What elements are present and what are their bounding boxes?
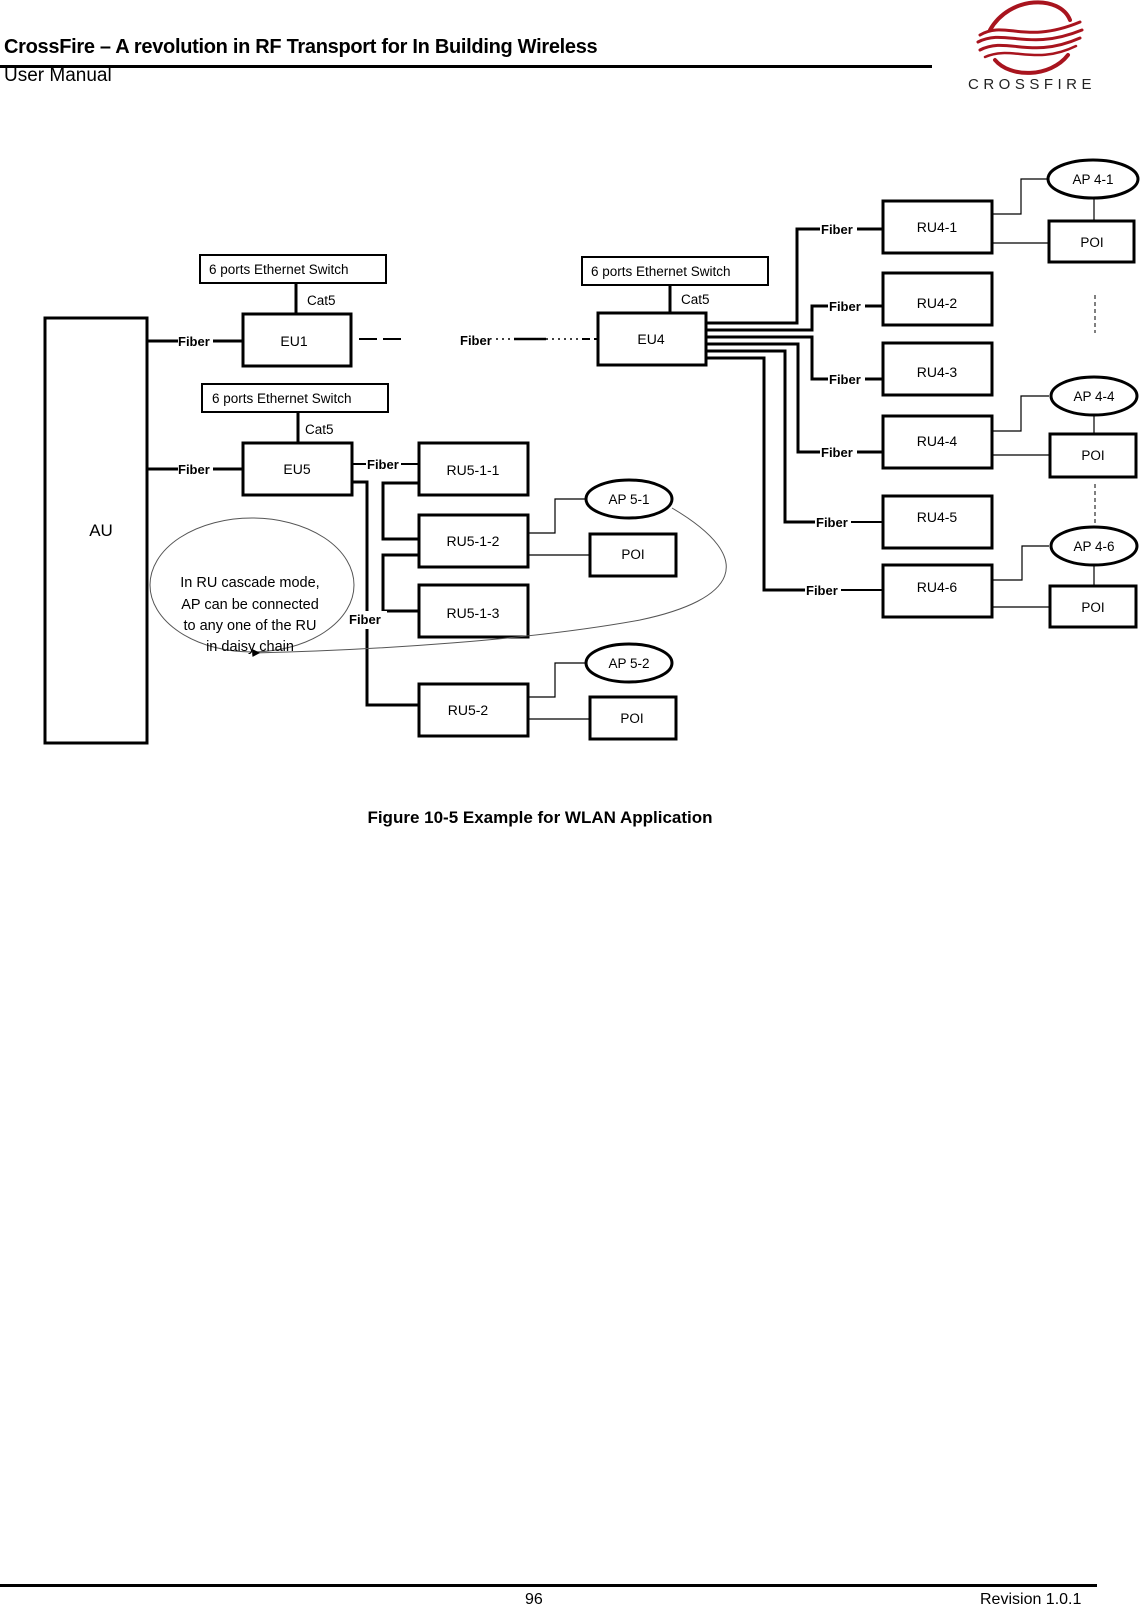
ru5-1-3: RU5-1-3	[417, 583, 530, 639]
fiber-label: Fiber	[821, 445, 853, 460]
eu5-unit: EU5	[241, 441, 354, 497]
poi-label: POI	[621, 547, 644, 562]
ap4-6-label: AP 4-6	[1073, 539, 1114, 554]
ap5-2-label: AP 5-2	[608, 656, 649, 671]
eu5-switch-label: 6 ports Ethernet Switch	[212, 391, 352, 406]
ap4-4-group: AP 4-4 POI	[992, 375, 1139, 479]
eu5-ru5-2-link	[352, 480, 419, 707]
cascade-link	[381, 481, 419, 541]
eu4-switch-label: 6 ports Ethernet Switch	[591, 264, 731, 279]
ap5-1-label: AP 5-1	[608, 492, 649, 507]
poi-label: POI	[1081, 448, 1104, 463]
document-title: CrossFire – A revolution in RF Transport…	[4, 36, 598, 58]
ap4-1-group: AP 4-1 POI	[992, 158, 1140, 264]
fiber-label: Fiber	[349, 612, 381, 627]
eu5-cat5-label: Cat5	[305, 422, 334, 437]
eu4-switch: 6 ports Ethernet Switch	[581, 256, 769, 286]
ru4-6-label: RU4-6	[917, 579, 958, 595]
au-unit: AU	[43, 316, 149, 745]
logo-wordmark: CROSSFIRE	[968, 76, 1097, 93]
ru4-5: RU4-5	[881, 494, 994, 550]
footer-rule	[0, 1584, 1097, 1587]
eu1-label: EU1	[280, 333, 307, 349]
eu4-cat5-label: Cat5	[681, 292, 710, 307]
ru4-3: RU4-3	[881, 341, 994, 397]
ru4-5-label: RU4-5	[917, 509, 958, 525]
fiber-label: Fiber	[460, 333, 492, 348]
ru4-2-label: RU4-2	[917, 295, 958, 311]
ap5-2-group: AP 5-2 POI	[528, 642, 678, 741]
fiber-label: Fiber	[829, 372, 861, 387]
ru4-1-label: RU4-1	[917, 219, 958, 235]
eu1-unit: EU1	[241, 312, 353, 368]
ap4-6-group: AP 4-6 POI	[992, 525, 1139, 629]
fiber-label: Fiber	[821, 222, 853, 237]
ru5-1-3-label: RU5-1-3	[447, 605, 500, 621]
figure-caption: Figure 10-5 Example for WLAN Application	[367, 808, 713, 827]
poi-label: POI	[620, 711, 643, 726]
ru5-1-2: RU5-1-2	[417, 513, 530, 569]
cascade-link	[381, 553, 419, 613]
note-line: In RU cascade mode,	[180, 575, 319, 591]
eu1-switch: 6 ports Ethernet Switch	[199, 254, 387, 284]
ru4-1: RU4-1	[881, 199, 994, 255]
ru5-1-1: RU5-1-1	[417, 441, 530, 497]
ru5-2: RU5-2	[417, 682, 530, 738]
cascade-note: In RU cascade mode, AP can be connected …	[149, 517, 355, 655]
eu5-label: EU5	[283, 461, 310, 477]
page-number: 96	[525, 1591, 543, 1608]
fiber-label: Fiber	[178, 334, 210, 349]
ru4-fiber-labels: Fiber Fiber Fiber Fiber Fiber Fiber	[806, 222, 882, 598]
poi-label: POI	[1080, 235, 1103, 250]
ru5-2-label: RU5-2	[448, 702, 489, 718]
ap4-4-label: AP 4-4	[1073, 389, 1115, 404]
ru4-3-label: RU4-3	[917, 364, 958, 380]
ap5-1-group: AP 5-1 POI	[528, 478, 678, 578]
ru5-1-1-label: RU5-1-1	[447, 462, 500, 478]
revision-label: Revision 1.0.1	[980, 1591, 1082, 1608]
ap4-1-label: AP 4-1	[1072, 172, 1113, 187]
wlan-network-diagram: AU 6 ports Ethernet Switch Cat5 EU1 Fibe…	[43, 158, 1140, 745]
eu1-cat5-label: Cat5	[307, 293, 336, 308]
eu4-label: EU4	[637, 331, 664, 347]
note-line: to any one of the RU	[184, 618, 317, 634]
au-label: AU	[89, 521, 113, 540]
note-line: AP can be connected	[181, 597, 319, 613]
fiber-label: Fiber	[367, 457, 399, 472]
eu1-switch-label: 6 ports Ethernet Switch	[209, 262, 349, 277]
eu4-unit: EU4	[596, 311, 708, 367]
eu5-switch: 6 ports Ethernet Switch	[201, 383, 389, 413]
fiber-label: Fiber	[816, 515, 848, 530]
fiber-label: Fiber	[806, 583, 838, 598]
ru4-4-label: RU4-4	[917, 433, 958, 449]
ru4-2: RU4-2	[881, 271, 994, 327]
ru4-4: RU4-4	[881, 414, 994, 470]
document-subtitle: User Manual	[4, 65, 112, 86]
ru5-1-2-label: RU5-1-2	[447, 533, 500, 549]
ru4-6: RU4-6	[881, 563, 994, 619]
header-rule	[0, 65, 932, 68]
poi-label: POI	[1081, 600, 1104, 615]
fiber-label: Fiber	[178, 462, 210, 477]
fiber-label: Fiber	[829, 299, 861, 314]
